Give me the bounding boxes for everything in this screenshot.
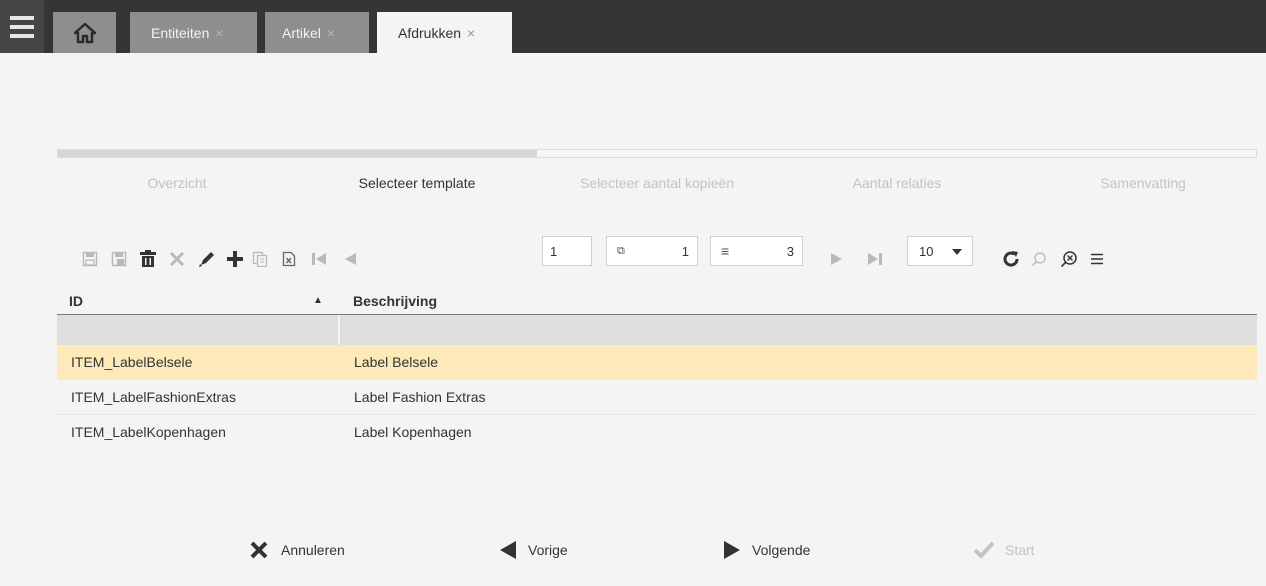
chevron-right-icon [724, 541, 740, 559]
start-label: Start [1005, 542, 1035, 558]
table-row[interactable]: ITEM_LabelBelsele Label Belsele [57, 345, 1257, 380]
refresh-icon[interactable] [1000, 248, 1022, 270]
step-aantal-relaties[interactable]: Aantal relaties [853, 175, 942, 191]
excel-export-icon[interactable] [278, 248, 300, 270]
record-count-value: 3 [786, 243, 794, 259]
close-icon[interactable]: × [327, 25, 335, 41]
columns-menu-icon[interactable] [1086, 248, 1108, 270]
tab-artikel[interactable]: Artikel × [265, 12, 369, 53]
search-icon[interactable] [1028, 248, 1050, 270]
cell-id: ITEM_LabelBelsele [71, 354, 193, 370]
previous-label: Vorige [528, 542, 568, 558]
sort-ascending-icon[interactable]: ▲ [313, 295, 323, 306]
page-size-select[interactable]: 10 [907, 236, 973, 266]
tab-entiteiten[interactable]: Entiteiten × [130, 12, 257, 53]
tab-label: Afdrukken [398, 24, 462, 41]
column-header-beschrijving[interactable]: Beschrijving [353, 293, 437, 309]
home-tab[interactable] [53, 12, 116, 53]
close-icon [250, 541, 268, 559]
tab-afdrukken[interactable]: Afdrukken × [377, 12, 512, 53]
checkmark-icon [974, 541, 994, 559]
step-selecteer-template[interactable]: Selecteer template [359, 175, 476, 191]
home-icon [73, 22, 96, 43]
step-overzicht[interactable]: Overzicht [147, 175, 206, 191]
copy-icon[interactable] [249, 248, 271, 270]
next-button[interactable]: Volgende [723, 538, 810, 562]
table-row[interactable]: ITEM_LabelFashionExtras Label Fashion Ex… [57, 380, 1257, 415]
edit-pencil-icon[interactable] [196, 248, 218, 270]
filter-row[interactable] [57, 315, 1257, 345]
close-icon[interactable]: × [215, 25, 223, 41]
cell-beschrijving: Label Kopenhagen [354, 424, 472, 440]
cancel-edit-icon[interactable] [166, 248, 188, 270]
progress-fill [58, 150, 538, 157]
cell-id: ITEM_LabelKopenhagen [71, 424, 226, 440]
column-header-id[interactable]: ID [69, 293, 83, 309]
page-count-field: ⧉ 1 [606, 236, 698, 266]
start-button[interactable]: Start [974, 538, 1035, 562]
column-separator [338, 315, 340, 345]
cancel-label: Annuleren [281, 542, 345, 558]
chevron-down-icon [952, 249, 962, 255]
delete-icon[interactable] [137, 248, 159, 270]
cell-id: ITEM_LabelFashionExtras [71, 389, 236, 405]
wizard-steps: Overzicht Selecteer template Selecteer a… [57, 175, 1257, 197]
previous-page-icon[interactable] [339, 248, 361, 270]
cell-beschrijving: Label Fashion Extras [354, 389, 486, 405]
last-page-icon[interactable] [864, 248, 886, 270]
previous-button[interactable]: Vorige [499, 538, 568, 562]
cancel-button[interactable]: Annuleren [249, 538, 345, 562]
tab-label: Entiteiten [151, 24, 210, 41]
close-icon[interactable]: × [467, 25, 475, 41]
add-icon[interactable] [224, 248, 246, 270]
hamburger-menu-icon[interactable] [0, 0, 44, 53]
page-number-input[interactable]: 1 [542, 236, 592, 266]
grid-header: ID ▲ Beschrijving [57, 288, 1257, 315]
pages-icon: ⧉ [617, 244, 625, 257]
cell-beschrijving: Label Belsele [354, 354, 439, 370]
clear-search-icon[interactable] [1058, 248, 1080, 270]
tab-label: Artikel [282, 24, 321, 41]
table-row[interactable]: ITEM_LabelKopenhagen Label Kopenhagen [57, 415, 1257, 450]
page-size-value: 10 [919, 243, 934, 259]
top-bar: Entiteiten × Artikel × Afdrukken × [0, 0, 1266, 53]
wizard-progress-bar [57, 149, 1257, 158]
chevron-left-icon [500, 541, 516, 559]
next-page-icon[interactable] [826, 248, 848, 270]
record-count-field: ≡ 3 [710, 236, 803, 266]
list-icon: ≡ [721, 243, 730, 259]
save-as-icon[interactable] [108, 248, 130, 270]
page-count-value: 1 [681, 243, 689, 259]
page-number-value: 1 [550, 243, 558, 259]
save-icon[interactable] [79, 248, 101, 270]
step-selecteer-aantal-kopieen[interactable]: Selecteer aantal kopieën [580, 175, 734, 191]
step-samenvatting[interactable]: Samenvatting [1100, 175, 1186, 191]
next-label: Volgende [752, 542, 811, 558]
first-page-icon[interactable] [308, 248, 330, 270]
